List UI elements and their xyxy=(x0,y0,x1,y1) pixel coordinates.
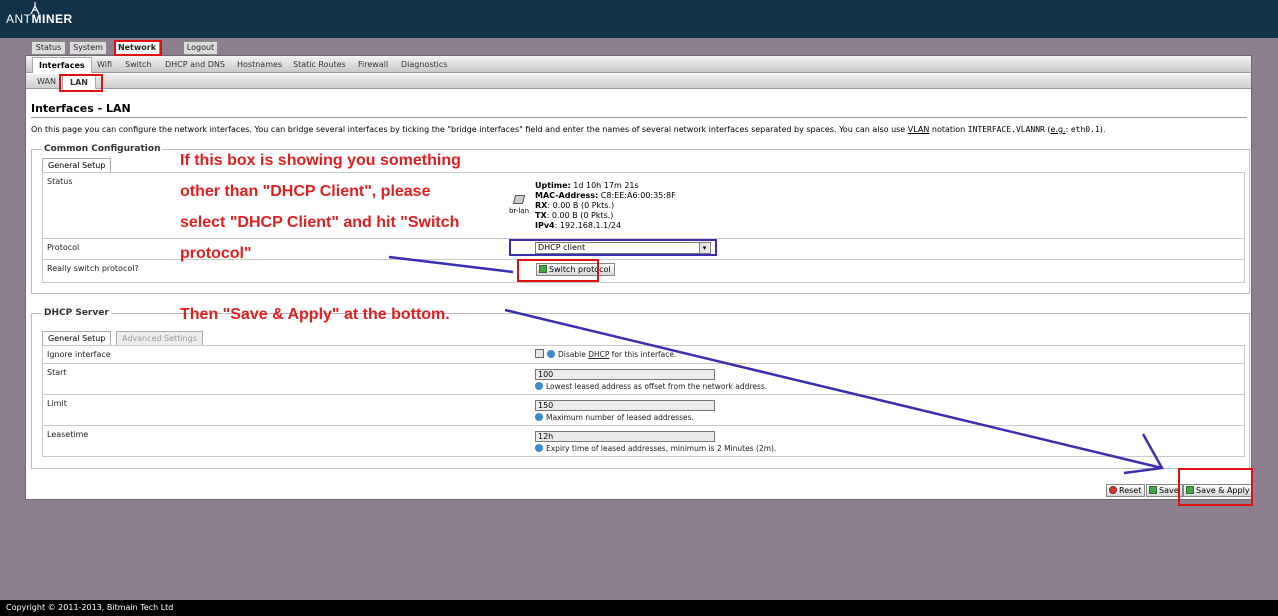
tab-system[interactable]: System xyxy=(69,41,107,54)
leasetime-input[interactable]: 12h xyxy=(535,431,715,442)
start-hint: Lowest leased address as offset from the… xyxy=(535,382,767,391)
annotation-line-4: protocol" xyxy=(180,245,252,262)
subtab-static-routes[interactable]: Static Routes xyxy=(293,60,346,69)
subtab-wan[interactable]: WAN xyxy=(37,77,56,86)
info-icon xyxy=(547,350,555,358)
info-icon xyxy=(535,444,543,452)
tab-advanced-settings[interactable]: Advanced Settings xyxy=(116,331,203,345)
antminer-logo[interactable]: ANTMINER xyxy=(6,12,73,26)
ignore-interface-checkbox[interactable] xyxy=(535,349,544,358)
leasetime-hint: Expiry time of leased addresses, minimum… xyxy=(535,444,776,453)
leasetime-label: Leasetime xyxy=(47,430,89,439)
br-lan-indicator: br-lan xyxy=(507,195,531,216)
reset-button[interactable]: Reset xyxy=(1106,484,1146,497)
status-label: Status xyxy=(47,177,73,186)
annotation-line-5: Then "Save & Apply" at the bottom. xyxy=(180,306,450,323)
switch-protocol-row: Really switch protocol? Switch protocol xyxy=(43,260,1244,283)
protocol-label: Protocol xyxy=(47,243,80,252)
common-configuration-legend: Common Configuration xyxy=(42,144,163,154)
subtab-interfaces[interactable]: Interfaces xyxy=(32,57,92,73)
vlan-link[interactable]: VLAN xyxy=(908,125,930,134)
subtab-dhcp-dns[interactable]: DHCP and DNS xyxy=(165,60,225,69)
interface-subnav: WAN LAN xyxy=(26,74,1251,89)
start-label: Start xyxy=(47,368,67,377)
save-icon xyxy=(1149,486,1157,494)
limit-label: Limit xyxy=(47,399,67,408)
tab-logout[interactable]: Logout xyxy=(183,41,218,54)
start-input[interactable]: 100 xyxy=(535,369,715,380)
page-footer: Copyright © 2011-2013, Bitmain Tech Ltd xyxy=(0,600,1278,616)
ignore-interface-control: Disable DHCP for this interface. xyxy=(535,349,676,359)
annotation-line-2: other than "DHCP Client", please xyxy=(180,183,431,200)
info-icon xyxy=(535,382,543,390)
interface-status: br-lan Uptime: 1d 10h 17m 21s MAC-Addres… xyxy=(508,181,676,230)
network-subnav: Interfaces Wifi Switch DHCP and DNS Host… xyxy=(26,56,1251,73)
tab-general-setup[interactable]: General Setup xyxy=(42,158,112,172)
subtab-diagnostics[interactable]: Diagnostics xyxy=(401,60,447,69)
content-frame: Interfaces Wifi Switch DHCP and DNS Host… xyxy=(25,55,1254,500)
limit-input[interactable]: 150 xyxy=(535,400,715,411)
example-link[interactable]: e.g. xyxy=(1051,125,1066,134)
ignore-interface-row: Ignore interface Disable DHCP for this i… xyxy=(43,346,1244,364)
ethernet-icon xyxy=(512,195,526,204)
network-tab-highlight xyxy=(114,40,162,56)
tab-dhcp-general-setup[interactable]: General Setup xyxy=(42,331,112,345)
save-apply-highlight xyxy=(1178,468,1253,506)
dhcp-server-section: DHCP Server General Setup Advanced Setti… xyxy=(31,308,1250,469)
page-title: Interfaces - LAN xyxy=(31,102,131,115)
annotation-line-3: select "DHCP Client" and hit "Switch xyxy=(180,214,460,231)
reset-icon xyxy=(1109,486,1117,494)
subtab-wifi[interactable]: Wifi xyxy=(97,60,112,69)
protocol-select-highlight xyxy=(509,239,717,256)
top-header: ANTMINER xyxy=(0,0,1278,38)
subtab-firewall[interactable]: Firewall xyxy=(358,60,388,69)
limit-hint: Maximum number of leased addresses. xyxy=(535,413,694,422)
limit-row: Limit 150 Maximum number of leased addre… xyxy=(43,395,1244,426)
ignore-interface-label: Ignore interface xyxy=(47,350,111,359)
switch-protocol-label: Really switch protocol? xyxy=(47,264,139,273)
annotation-line-1: If this box is showing you something xyxy=(180,152,461,169)
tab-status[interactable]: Status xyxy=(31,41,66,54)
title-divider xyxy=(31,117,1247,118)
info-icon xyxy=(535,413,543,421)
dhcp-panel: Ignore interface Disable DHCP for this i… xyxy=(42,345,1245,457)
page-description: On this page you can configure the netwo… xyxy=(31,125,1106,134)
lan-tab-highlight xyxy=(59,74,103,92)
subtab-hostnames[interactable]: Hostnames xyxy=(237,60,282,69)
dhcp-server-legend: DHCP Server xyxy=(42,308,111,318)
start-row: Start 100 Lowest leased address as offse… xyxy=(43,364,1244,395)
leasetime-row: Leasetime 12h Expiry time of leased addr… xyxy=(43,426,1244,457)
switch-protocol-highlight xyxy=(517,259,599,282)
subtab-switch[interactable]: Switch xyxy=(125,60,151,69)
